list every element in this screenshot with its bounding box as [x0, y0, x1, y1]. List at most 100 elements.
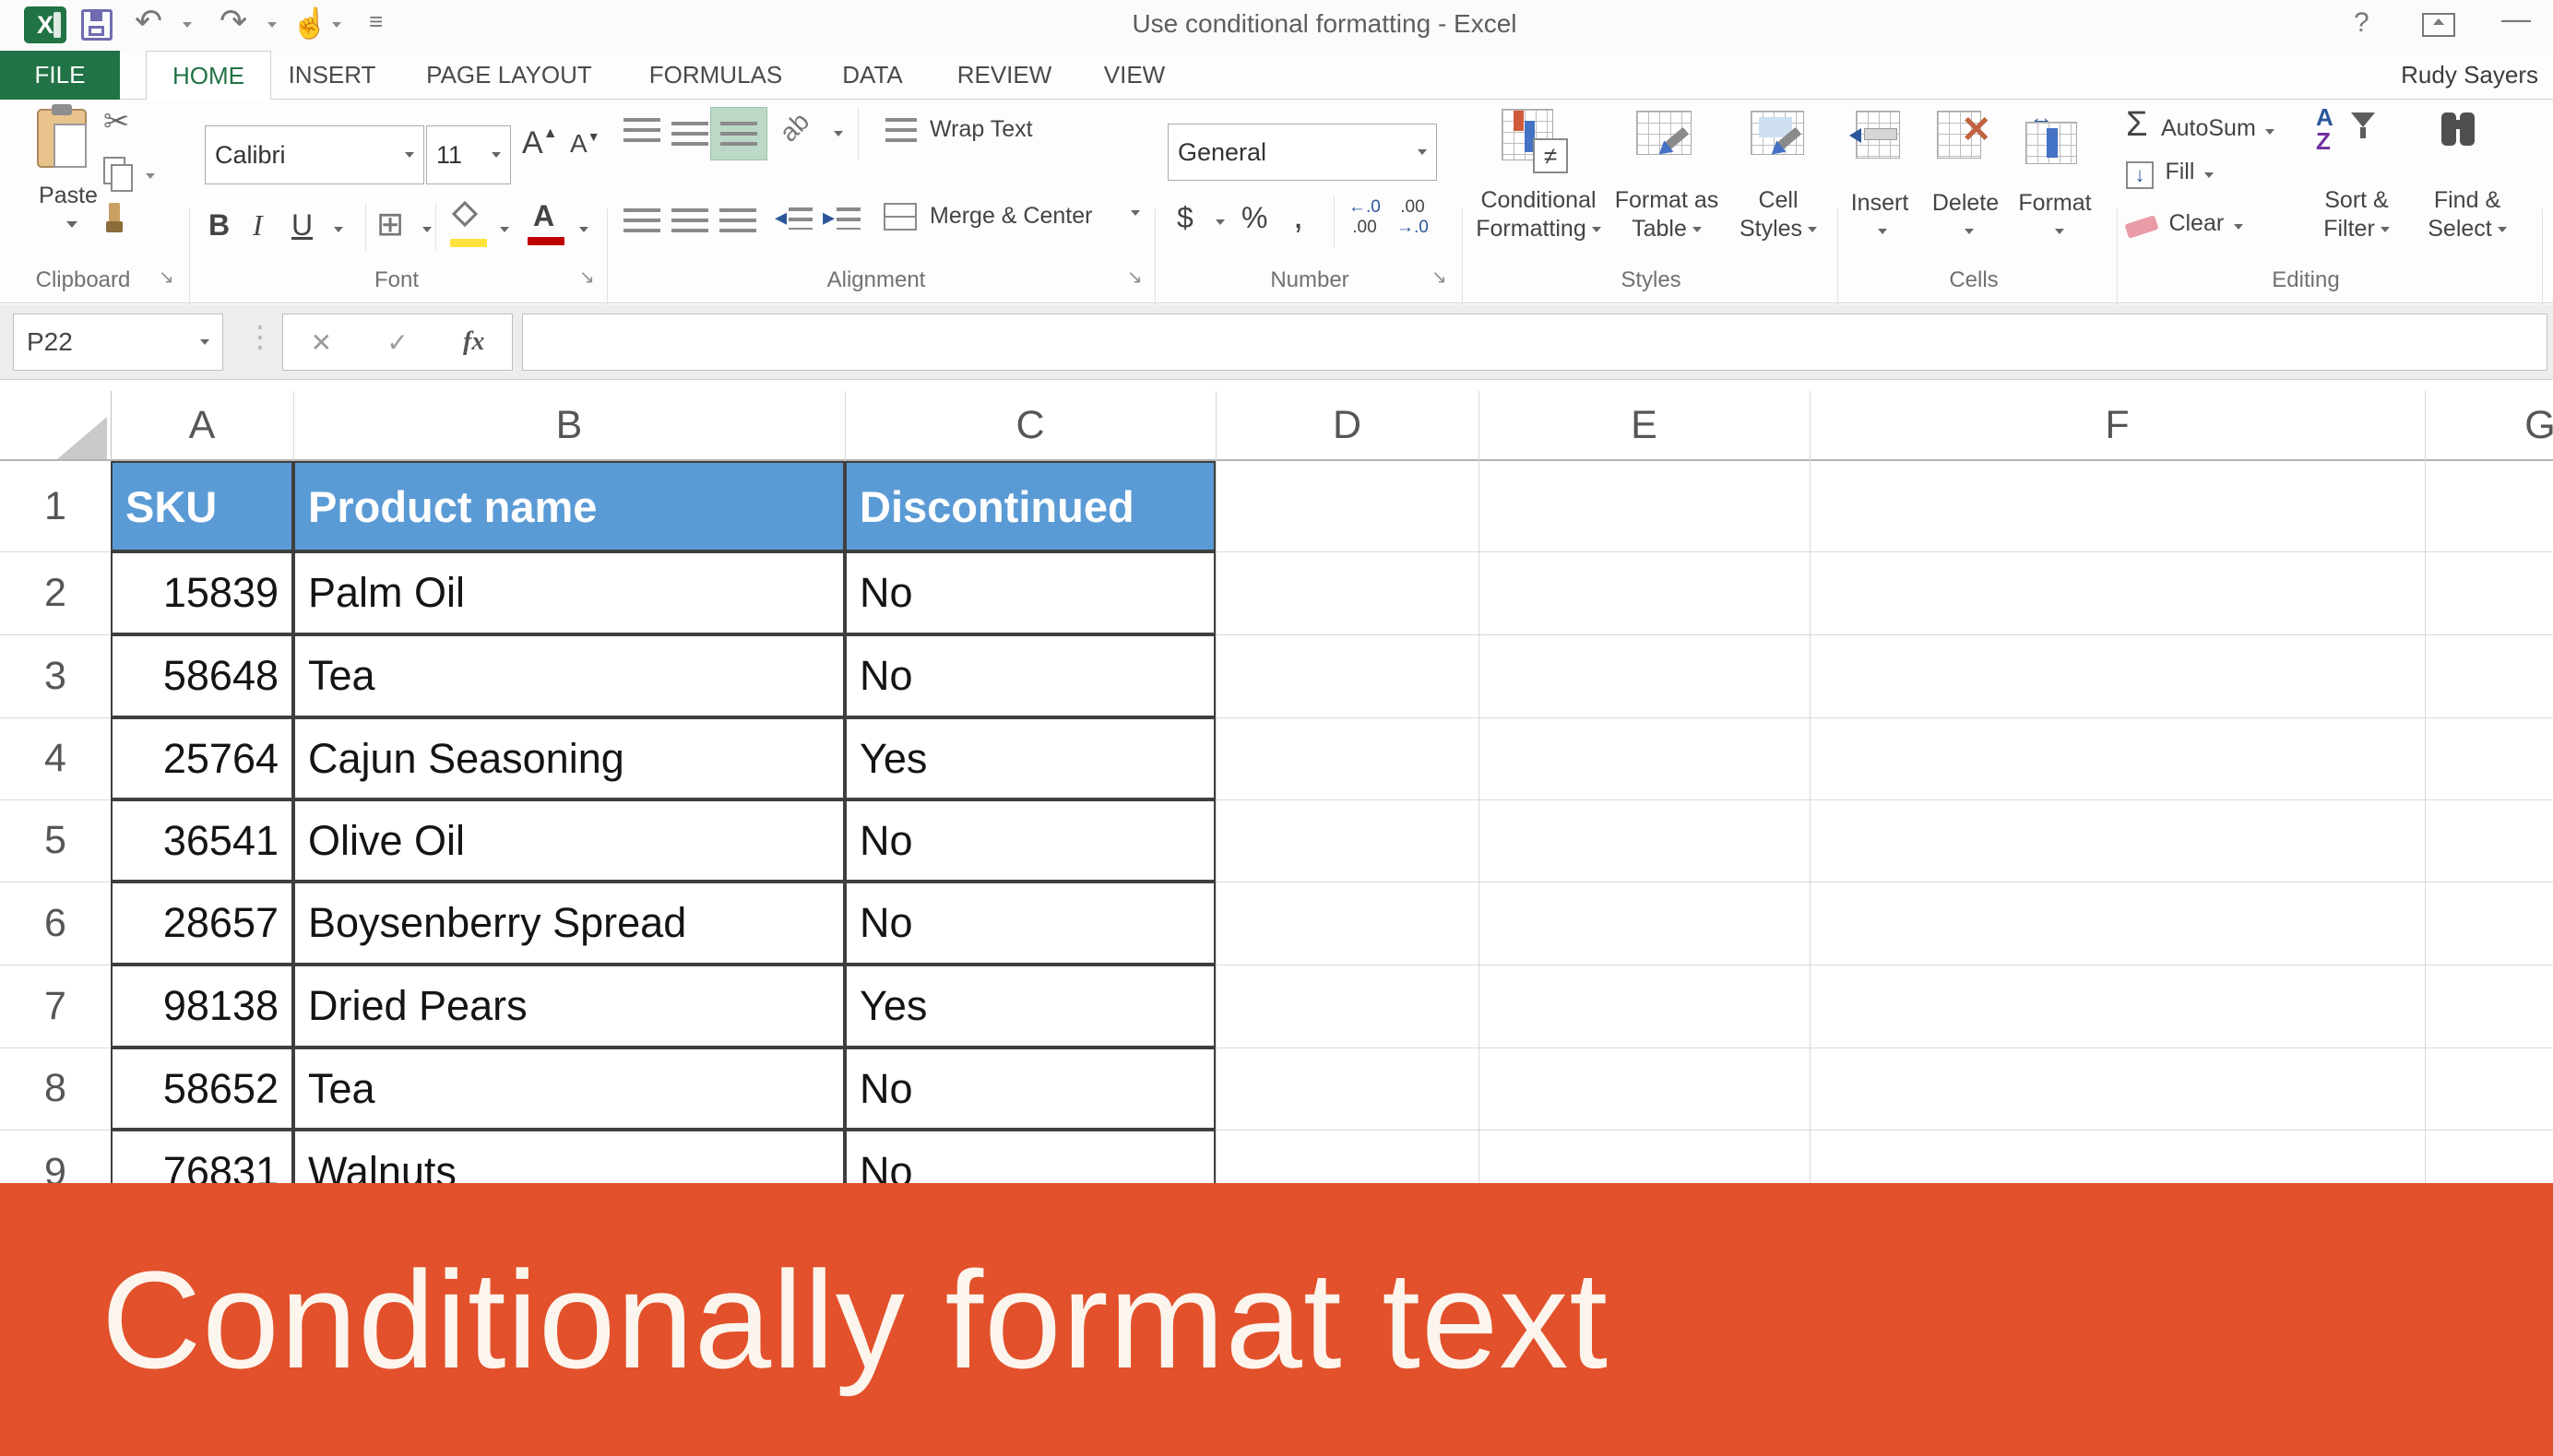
tab-insert[interactable]: INSERT — [279, 51, 386, 99]
cell-c6[interactable]: No — [845, 882, 1216, 965]
increase-indent-icon[interactable]: ▸ — [823, 203, 861, 231]
column-header-b[interactable]: B — [293, 391, 845, 459]
paste-dropdown-icon[interactable] — [66, 221, 77, 228]
currency-icon[interactable]: $ — [1177, 201, 1193, 235]
number-format-combo[interactable]: General — [1168, 124, 1437, 181]
user-name[interactable]: Rudy Sayers — [2401, 61, 2538, 89]
column-header-a[interactable]: A — [111, 391, 293, 459]
cell-b3[interactable]: Tea — [293, 634, 845, 717]
merge-center-dropdown-icon[interactable] — [1131, 210, 1140, 216]
clipboard-dialog-launcher-icon[interactable]: ↘ — [159, 266, 174, 289]
align-left-icon[interactable] — [623, 208, 660, 232]
help-icon[interactable]: ? — [2354, 7, 2369, 39]
number-dialog-launcher-icon[interactable]: ↘ — [1431, 266, 1447, 289]
column-header-e[interactable]: E — [1478, 391, 1810, 459]
select-all-corner[interactable] — [0, 391, 111, 459]
cell-c7[interactable]: Yes — [845, 965, 1216, 1048]
tab-formulas[interactable]: FORMULAS — [635, 51, 797, 99]
delete-dropdown-icon[interactable] — [1965, 229, 1974, 234]
column-header-g[interactable]: G — [2425, 391, 2553, 459]
tab-data[interactable]: DATA — [825, 51, 920, 99]
fill-dropdown-icon[interactable] — [2203, 172, 2214, 178]
cell-a5[interactable]: 36541 — [111, 799, 293, 882]
cell-c5[interactable]: No — [845, 799, 1216, 882]
cell-b1[interactable]: Product name — [293, 461, 845, 551]
currency-dropdown-icon[interactable] — [1216, 219, 1225, 225]
cell-a6[interactable]: 28657 — [111, 882, 293, 965]
comma-style-icon[interactable]: , — [1293, 195, 1303, 237]
font-dialog-launcher-icon[interactable]: ↘ — [579, 266, 595, 289]
cell-b8[interactable]: Tea — [293, 1048, 845, 1130]
font-name-combo[interactable]: Calibri — [205, 125, 424, 184]
column-header-d[interactable]: D — [1216, 391, 1478, 459]
cell-b4[interactable]: Cajun Seasoning — [293, 717, 845, 799]
decrease-decimal-icon[interactable]: .00 →.0 — [1396, 197, 1429, 238]
alignment-dialog-launcher-icon[interactable]: ↘ — [1127, 266, 1143, 289]
format-painter-icon[interactable] — [106, 203, 123, 232]
cell-c4[interactable]: Yes — [845, 717, 1216, 799]
cell-a2[interactable]: 15839 — [111, 551, 293, 634]
font-name-dropdown-icon[interactable] — [405, 152, 414, 158]
font-size-dropdown-icon[interactable] — [492, 152, 501, 158]
bottom-align-button[interactable] — [710, 107, 767, 160]
clear-button[interactable]: Clear — [2124, 210, 2243, 239]
column-header-f[interactable]: F — [1810, 391, 2425, 459]
font-size-combo[interactable]: 11 — [426, 125, 511, 184]
enter-icon[interactable]: ✓ — [386, 327, 408, 358]
cell-a7[interactable]: 98138 — [111, 965, 293, 1048]
italic-button[interactable]: I — [253, 208, 263, 243]
top-align-icon[interactable] — [623, 118, 660, 142]
tab-home[interactable]: HOME — [146, 51, 271, 100]
font-color-button[interactable]: A — [526, 199, 566, 249]
shrink-font-button[interactable]: A▼ — [570, 129, 600, 159]
fill-color-dropdown-icon[interactable] — [500, 227, 509, 232]
formula-input[interactable] — [522, 314, 2547, 371]
clear-dropdown-icon[interactable] — [2233, 223, 2243, 230]
cell-b5[interactable]: Olive Oil — [293, 799, 845, 882]
borders-icon[interactable]: ⊞ — [376, 205, 404, 243]
cancel-icon[interactable]: ✕ — [311, 327, 332, 358]
minimize-icon[interactable]: — — [2501, 2, 2531, 36]
cell-c3[interactable]: No — [845, 634, 1216, 717]
ribbon-display-options-icon[interactable] — [2422, 13, 2455, 37]
orientation-dropdown-icon[interactable] — [834, 131, 843, 136]
bold-button[interactable]: B — [208, 208, 230, 243]
cut-icon[interactable]: ✂ — [103, 103, 130, 140]
column-header-c[interactable]: C — [845, 391, 1216, 459]
insert-function-icon[interactable]: fx — [463, 327, 484, 357]
copy-dropdown-icon[interactable] — [146, 173, 155, 179]
align-right-icon[interactable] — [719, 208, 756, 232]
percent-style-icon[interactable]: % — [1241, 201, 1267, 235]
align-center-icon[interactable] — [671, 208, 708, 232]
grow-font-button[interactable]: A▲ — [522, 125, 558, 161]
number-format-dropdown-icon[interactable] — [1418, 149, 1427, 155]
fill-color-button[interactable] — [448, 200, 489, 249]
tab-file[interactable]: FILE — [0, 51, 120, 100]
underline-button[interactable]: U — [291, 208, 313, 243]
name-box[interactable]: P22 — [13, 314, 223, 371]
autosum-dropdown-icon[interactable] — [2265, 128, 2275, 135]
increase-decimal-icon[interactable]: ←.0.00 — [1348, 197, 1381, 238]
cell-c2[interactable]: No — [845, 551, 1216, 634]
tab-view[interactable]: VIEW — [1088, 51, 1181, 99]
tab-review[interactable]: REVIEW — [946, 51, 1063, 99]
copy-icon[interactable] — [103, 157, 133, 192]
cell-a8[interactable]: 58652 — [111, 1048, 293, 1130]
cell-a3[interactable]: 58648 — [111, 634, 293, 717]
cell-c1[interactable]: Discontinued — [845, 461, 1216, 551]
tab-page-layout[interactable]: PAGE LAYOUT — [415, 51, 603, 99]
middle-align-icon[interactable] — [671, 122, 708, 146]
orientation-icon[interactable]: ab — [774, 107, 815, 148]
borders-dropdown-icon[interactable] — [422, 227, 432, 232]
cell-b2[interactable]: Palm Oil — [293, 551, 845, 634]
fill-button[interactable]: ↓ Fill — [2126, 159, 2214, 189]
cell-a4[interactable]: 25764 — [111, 717, 293, 799]
cell-a1[interactable]: SKU — [111, 461, 293, 551]
cell-b6[interactable]: Boysenberry Spread — [293, 882, 845, 965]
cell-c8[interactable]: No — [845, 1048, 1216, 1130]
name-box-splitter[interactable]: ⋮ — [245, 319, 275, 354]
underline-dropdown-icon[interactable] — [334, 227, 343, 232]
cell-b7[interactable]: Dried Pears — [293, 965, 845, 1048]
decrease-indent-icon[interactable]: ◂ — [775, 203, 813, 231]
name-box-dropdown-icon[interactable] — [200, 339, 209, 345]
